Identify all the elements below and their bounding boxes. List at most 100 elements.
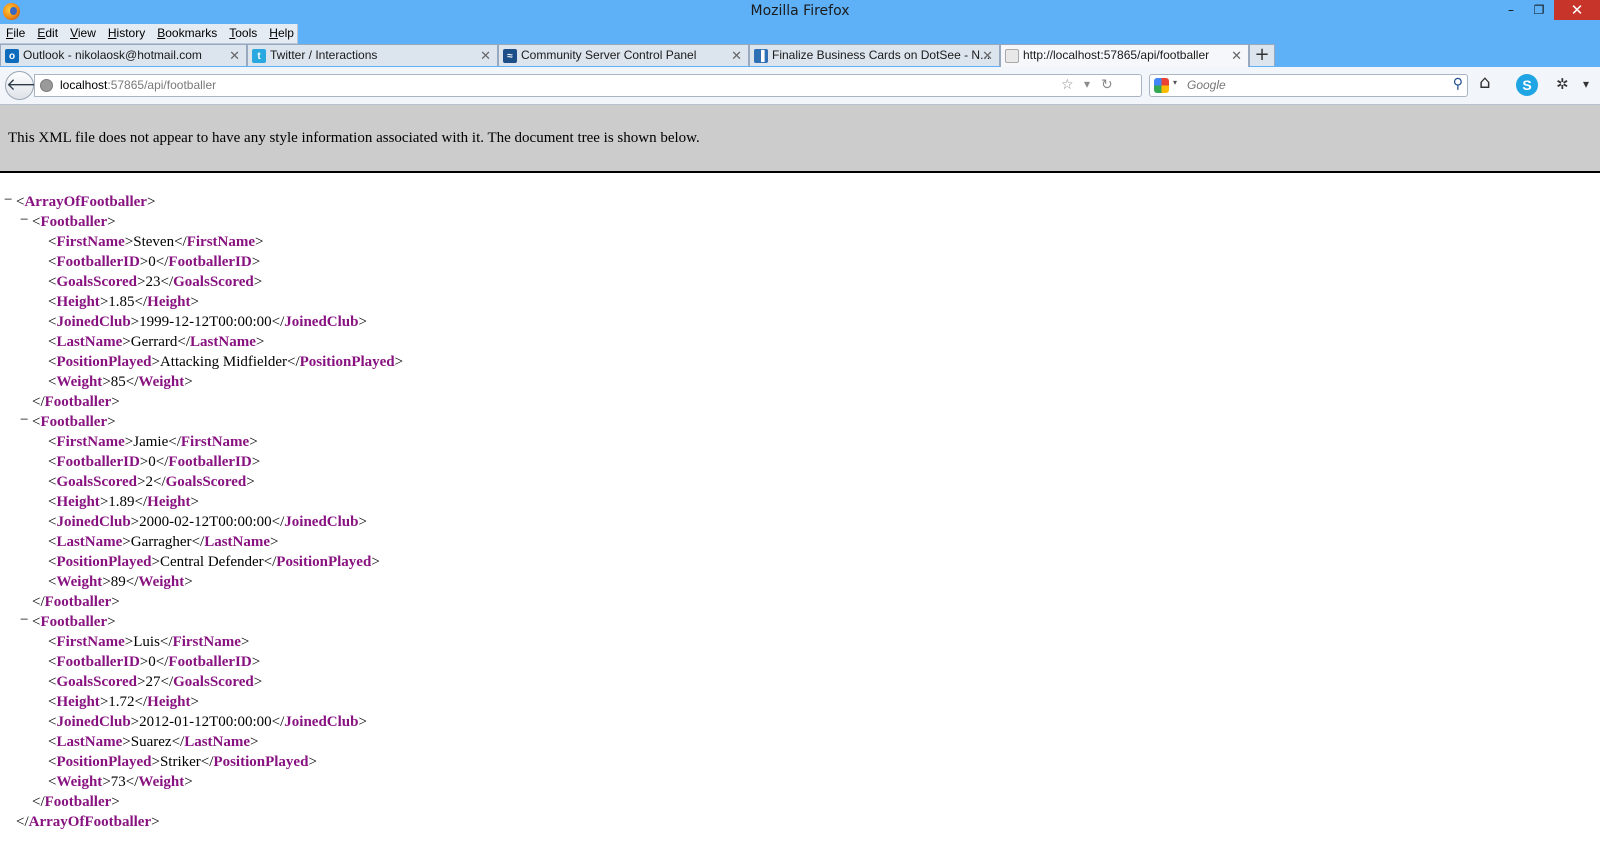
xml-tag-name: LastName: [56, 334, 123, 350]
xml-field-value: 0: [148, 254, 156, 270]
tab-close-icon[interactable]: ✕: [480, 45, 491, 66]
xml-tag-name: JoinedClub: [56, 514, 131, 530]
globe-icon: [40, 79, 53, 92]
xml-tag-name: GoalsScored: [165, 474, 247, 490]
trello-icon: ▐: [754, 49, 768, 63]
search-input[interactable]: Google: [1187, 78, 1226, 92]
bookmark-star-icon[interactable]: ☆: [1061, 77, 1074, 93]
navigation-toolbar: 🡐 localhost:57865/api/footballer ☆ ▾ ↻ ▾…: [0, 67, 1600, 105]
xml-field-line: <PositionPlayed>Attacking Midfielder</Po…: [48, 354, 404, 370]
xml-tag-name: Footballer: [44, 394, 112, 410]
xml-field-value: 1999-12-12T00:00:00: [139, 314, 272, 330]
xml-tag-name: FootballerID: [56, 254, 140, 270]
back-button[interactable]: 🡐: [5, 71, 52, 100]
tab-close-icon[interactable]: ✕: [982, 45, 993, 66]
new-tab-button[interactable]: +: [1249, 44, 1275, 66]
home-icon[interactable]: ⌂: [1479, 72, 1490, 93]
tab[interactable]: ≈ Community Server Control Panel ✕: [498, 44, 749, 66]
xml-root-close: </ArrayOfFootballer>: [16, 814, 160, 830]
xml-field-line: <LastName>Gerrard</LastName>: [48, 334, 265, 350]
xml-tag-name: Weight: [138, 374, 185, 390]
page-icon: [1005, 49, 1019, 63]
tab-close-icon[interactable]: ✕: [731, 45, 742, 66]
minimize-button[interactable]: –: [1496, 0, 1526, 20]
tab[interactable]: ▐ Finalize Business Cards on DotSee - N..…: [749, 44, 1000, 66]
skype-icon[interactable]: S: [1516, 74, 1538, 96]
google-icon[interactable]: [1154, 78, 1169, 93]
tab-close-icon[interactable]: ✕: [1231, 45, 1242, 66]
maximize-button[interactable]: ❐: [1524, 0, 1554, 20]
xml-tag-name: PositionPlayed: [56, 354, 152, 370]
menu-edit[interactable]: Edit: [31, 24, 64, 43]
xml-tag-name: Height: [147, 294, 191, 310]
tab-strip: http://localhost:57865/api/footballer ✕ ▐ F…: [0, 44, 1600, 67]
xml-tag-name: LastName: [190, 334, 256, 350]
xml-field-line: <LastName>Suarez</LastName>: [48, 734, 259, 750]
xml-tag-name: Height: [147, 694, 191, 710]
toolbar-menu-icon[interactable]: ▾: [1583, 77, 1589, 91]
search-bar[interactable]: ▾ Google ⚲: [1149, 74, 1468, 97]
search-icon[interactable]: ⚲: [1453, 76, 1463, 92]
xml-tag-name: LastName: [184, 734, 251, 750]
xml-tag-name: Weight: [138, 774, 185, 790]
xml-footballer-open: <Footballer>: [32, 214, 116, 230]
menu-bar: File Edit View History Bookmarks Tools H…: [0, 24, 298, 44]
xml-field-value: Attacking Midfielder: [159, 354, 287, 370]
window-title: Mozilla Firefox: [750, 3, 850, 19]
xml-field-line: <Weight>89</Weight>: [48, 574, 193, 590]
xml-tag-name: Weight: [56, 574, 103, 590]
xml-tag-name: GoalsScored: [56, 274, 138, 290]
xml-tag-name: JoinedClub: [284, 514, 359, 530]
xml-footballer-close: </Footballer>: [32, 794, 120, 810]
xml-style-notice: This XML file does not appear to have an…: [0, 105, 1600, 173]
history-dropdown-icon[interactable]: ▾: [1084, 77, 1090, 91]
tab[interactable]: t Twitter / Interactions ✕: [247, 44, 498, 66]
collapse-toggle[interactable]: −: [4, 192, 12, 209]
xml-field-value: 27: [145, 674, 161, 690]
tab[interactable]: http://localhost:57865/api/footballer ✕: [1000, 44, 1249, 67]
xml-tag-name: Weight: [56, 774, 103, 790]
collapse-toggle[interactable]: −: [20, 212, 28, 229]
xml-field-line: <Height>1.89</Height>: [48, 494, 199, 510]
xml-field-line: <GoalsScored>2</GoalsScored>: [48, 474, 255, 490]
tab-close-icon[interactable]: ✕: [229, 45, 240, 66]
xml-tag-name: FirstName: [56, 634, 125, 650]
xml-field-value: Suarez: [130, 734, 172, 750]
xml-tag-name: Footballer: [40, 414, 108, 430]
xml-tag-name: FirstName: [180, 434, 250, 450]
xml-tag-name: GoalsScored: [173, 274, 254, 290]
xml-field-value: 85: [110, 374, 126, 390]
search-engine-dropdown-icon[interactable]: ▾: [1173, 78, 1177, 87]
menu-history[interactable]: History: [102, 24, 151, 43]
xml-field-value: 2: [145, 474, 154, 490]
xml-tag-name: FirstName: [172, 634, 241, 650]
community-server-icon: ≈: [503, 49, 517, 63]
xml-field-line: <GoalsScored>23</GoalsScored>: [48, 274, 263, 290]
xml-footballer-close: </Footballer>: [32, 594, 120, 610]
xml-tag-name: Height: [56, 494, 100, 510]
xml-tag-name: Weight: [56, 374, 103, 390]
menu-bookmarks[interactable]: Bookmarks: [151, 24, 223, 43]
xml-tag-name: FootballerID: [168, 454, 252, 470]
close-window-button[interactable]: ✕: [1554, 0, 1600, 20]
xml-field-value: 89: [110, 574, 126, 590]
addon-icon[interactable]: ✲: [1556, 75, 1569, 93]
xml-field-value: 0: [148, 654, 156, 670]
menu-view[interactable]: View: [64, 24, 102, 43]
tab[interactable]: o Outlook - nikolaosk@hotmail.com ✕: [0, 44, 247, 66]
url-bar[interactable]: localhost:57865/api/footballer ☆ ▾ ↻: [34, 74, 1142, 97]
xml-field-line: <PositionPlayed>Striker</PositionPlayed>: [48, 754, 317, 770]
collapse-toggle[interactable]: −: [20, 412, 28, 429]
twitter-icon: t: [252, 49, 266, 63]
menu-file[interactable]: File: [0, 24, 31, 43]
xml-field-value: 73: [110, 774, 126, 790]
collapse-toggle[interactable]: −: [20, 612, 28, 629]
xml-field-line: <FirstName>Steven</FirstName>: [48, 234, 264, 250]
menu-tools[interactable]: Tools: [223, 24, 263, 43]
xml-tag-name: PositionPlayed: [56, 554, 152, 570]
xml-field-line: <Weight>73</Weight>: [48, 774, 193, 790]
xml-tag-name: JoinedClub: [56, 314, 131, 330]
reload-icon[interactable]: ↻: [1101, 77, 1113, 93]
menu-help[interactable]: Help: [263, 24, 300, 43]
xml-field-line: <FirstName>Jamie</FirstName>: [48, 434, 258, 450]
